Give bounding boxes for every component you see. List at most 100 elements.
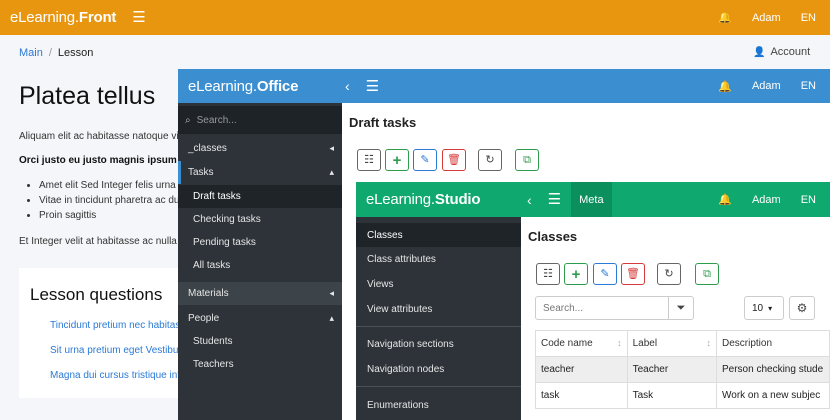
tab-meta[interactable]: Meta [571,182,612,217]
sidebar-item-label: Draft tasks [193,191,241,202]
chevron-down-icon: ▾ [768,303,773,313]
office-bell-icon[interactable]: 🔔 [718,80,732,93]
sidebar-item-classes[interactable]: Classes [356,223,521,247]
studio-brand-bold: Studio [434,191,481,208]
studio-brand[interactable]: eLearning.Studio [366,191,516,208]
office-list-button[interactable]: ☷ [357,149,381,171]
office-delete-button[interactable]: 🗑 [442,149,466,171]
lesson-bullet-list: Amet elit Sed Integer felis urna a Vitae… [39,180,184,225]
sidebar-item-label: Class attributes [367,253,436,265]
sidebar-item-all-tasks[interactable]: All tasks [178,254,342,277]
column-header-label: Label [632,338,658,349]
studio-search-input[interactable]: Search... [535,296,669,320]
sidebar-item-teachers[interactable]: Teachers [178,353,342,376]
trash-icon: 🗑 [626,267,640,280]
studio-lang-switch[interactable]: EN [801,194,816,206]
person-icon: 👤 [753,46,766,58]
studio-brand-light: eLearning. [366,191,435,208]
table-row[interactable]: teacher Teacher Person checking stude [535,356,830,383]
sidebar-item-checking-tasks[interactable]: Checking tasks [178,208,342,231]
table-settings-button[interactable]: ⚙ [789,296,815,320]
column-header-label: Description [722,338,773,349]
question-link[interactable]: Tincidunt pretium nec habitas [50,320,180,331]
studio-user-menu[interactable]: Adam [752,194,781,206]
sidebar-item-navigation-nodes[interactable]: Navigation nodes [356,357,521,381]
account-link[interactable]: 👤 Account [753,46,810,58]
sidebar-item-tasks[interactable]: Tasks ▴ [178,161,342,184]
office-edit-button[interactable]: ✎ [413,149,437,171]
office-user-menu[interactable]: Adam [752,80,781,92]
filter-button[interactable]: ⏷ [668,296,694,320]
column-header-label[interactable]: Label ↕ [626,330,718,357]
office-lang-switch[interactable]: EN [801,80,816,92]
front-brand-light: eLearning. [10,9,79,26]
table-row[interactable]: task Task Work on a new subjec [535,382,830,409]
studio-menu-icon[interactable]: ☰ [548,192,561,207]
sidebar-item-class-attributes[interactable]: Class attributes [356,247,521,271]
list-icon: ☷ [543,267,553,280]
sidebar-item-label: _classes [188,143,227,154]
sidebar-item-pending-tasks[interactable]: Pending tasks [178,231,342,254]
front-header-right: 🔔 Adam EN [718,11,830,25]
column-header-code-name[interactable]: Code name ↕ [535,330,628,357]
sidebar-item-draft-tasks[interactable]: Draft tasks [178,185,342,208]
office-copy-button[interactable]: ⧉ [515,149,539,171]
sidebar-item-label: Navigation nodes [367,363,445,375]
trash-icon: 🗑 [447,153,461,166]
sidebar-item-navigation-sections[interactable]: Navigation sections [356,332,521,356]
page-size-select[interactable]: 10 ▾ [744,296,784,320]
sidebar-item-view-attributes[interactable]: View attributes [356,297,521,321]
office-search-input[interactable]: ⌕ Search... [178,106,342,134]
office-menu-icon[interactable]: ☰ [366,79,379,94]
plus-icon: + [571,265,581,283]
sidebar-item-views[interactable]: Views [356,272,521,296]
sidebar-item-materials[interactable]: Materials ◂ [178,282,342,305]
breadcrumb-separator: / [48,47,52,59]
studio-sidebar: Classes Class attributes Views View attr… [356,217,521,420]
front-bell-icon[interactable]: 🔔 [718,11,732,24]
studio-collapse-sidebar-icon[interactable]: ‹ [527,193,532,207]
refresh-icon: ↻ [664,267,674,280]
breadcrumb-main-link[interactable]: Main [19,47,43,59]
copy-icon: ⧉ [703,267,711,280]
sidebar-item-label: Pending tasks [193,237,256,248]
office-refresh-button[interactable]: ↻ [478,149,502,171]
pencil-icon: ✎ [600,267,610,280]
office-brand-light: eLearning. [188,77,257,95]
question-link[interactable]: Sit urna pretium eget Vestibu [50,345,178,356]
studio-header: eLearning.Studio ‹ ☰ Meta 🔔 Adam EN [356,182,830,217]
sidebar-item-people[interactable]: People ▴ [178,307,342,330]
sidebar-item-label: Tasks [188,167,214,178]
studio-edit-button[interactable]: ✎ [593,263,617,285]
sidebar-item-label: Navigation sections [367,338,454,350]
question-link[interactable]: Magna dui cursus tristique int [50,370,180,381]
office-add-button[interactable]: + [385,149,409,171]
studio-header-right: 🔔 Adam EN [718,193,830,207]
studio-delete-button[interactable]: 🗑 [621,263,645,285]
studio-main: Classes ☷ + ✎ 🗑 ↻ ⧉ Search... ⏷ 10 ▾ ⚙ Co… [521,217,830,420]
studio-copy-button[interactable]: ⧉ [695,263,719,285]
office-collapse-sidebar-icon[interactable]: ‹ [345,79,350,93]
front-user-menu[interactable]: Adam [752,12,781,24]
front-brand-bold: Front [78,9,117,26]
front-brand[interactable]: eLearning.Front [10,9,116,26]
lesson-paragraph-1: Aliquam elit ac habitasse natoque vi [19,131,179,142]
sidebar-item-label: Enumerations [367,399,429,411]
studio-add-button[interactable]: + [564,263,588,285]
refresh-icon: ↻ [485,153,495,166]
lesson-paragraph-2: Orci justo eu justo magnis ipsum ju [19,155,189,166]
office-brand[interactable]: eLearning.Office [188,78,338,95]
studio-bell-icon[interactable]: 🔔 [718,193,732,206]
sort-icon: ↕ [706,338,712,348]
front-menu-icon[interactable]: ☰ [132,10,145,25]
sidebar-item-enumerations[interactable]: Enumerations [356,393,521,417]
studio-list-button[interactable]: ☷ [536,263,560,285]
sidebar-item-label: Materials [188,288,229,299]
sidebar-item-classes[interactable]: _classes ◂ [178,137,342,160]
front-lang-switch[interactable]: EN [801,12,816,24]
caret-left-icon: ◂ [329,143,334,153]
studio-refresh-button[interactable]: ↻ [657,263,681,285]
sidebar-item-students[interactable]: Students [178,330,342,353]
sidebar-divider [356,386,521,387]
column-header-description[interactable]: Description [716,330,830,357]
